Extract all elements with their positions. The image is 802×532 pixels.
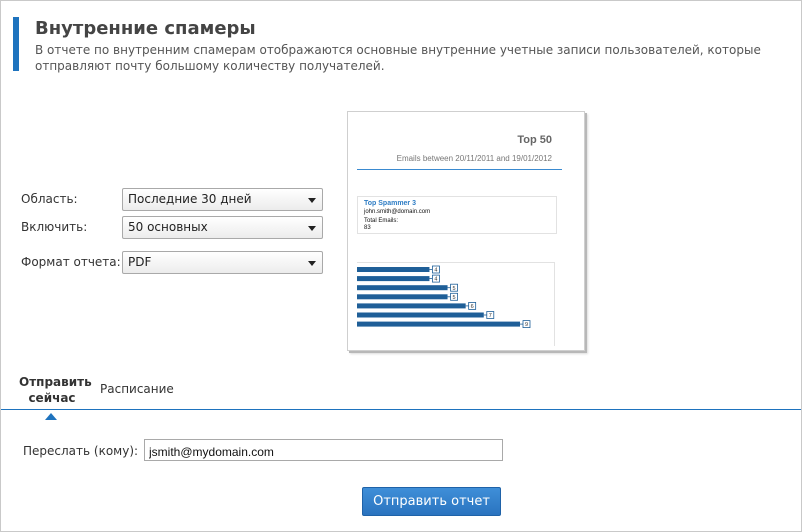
format-label: Формат отчета: xyxy=(21,255,121,269)
format-select[interactable]: PDF xyxy=(122,251,323,274)
preview-card-title: Top Spammer 3 xyxy=(364,200,416,207)
preview-bar-chart: 4 4 5 5 6 7 9 xyxy=(357,262,555,346)
preview-bar xyxy=(357,267,430,272)
preview-bar xyxy=(357,285,448,291)
active-tab-indicator xyxy=(45,413,57,420)
preview-bar xyxy=(357,321,520,327)
preview-bar xyxy=(357,294,448,300)
preview-divider xyxy=(357,169,562,170)
preview-bar-label: 5 xyxy=(453,286,456,292)
preview-bar-label: 9 xyxy=(525,322,528,328)
send-report-button[interactable]: Отправить отчет xyxy=(362,487,501,516)
tab-send-now[interactable]: Отправить сейчас xyxy=(19,374,92,406)
chevron-down-icon xyxy=(308,198,316,203)
preview-bar-label: 7 xyxy=(489,313,492,319)
preview-title: Top 50 xyxy=(517,134,552,146)
preview-bar xyxy=(357,276,430,282)
report-preview: Top 50 Emails between 20/11/2011 and 19/… xyxy=(347,111,585,351)
preview-card-total-label: Total Emails: xyxy=(364,218,399,224)
preview-bar-label: 4 xyxy=(434,277,437,283)
tab-schedule[interactable]: Расписание xyxy=(100,382,174,396)
page-description: В отчете по внутренним спамерам отобража… xyxy=(35,43,761,73)
preview-bar-chart-svg: 4 4 5 5 6 7 9 xyxy=(357,265,531,328)
forward-label: Переслать (кому): xyxy=(23,444,139,458)
format-row: Формат отчета: PDF xyxy=(21,251,323,275)
scope-select[interactable]: Последние 30 дней xyxy=(122,188,323,211)
scope-label: Область: xyxy=(21,192,78,206)
preview-card-total-value: 83 xyxy=(364,225,371,231)
header-accent-bar xyxy=(13,17,19,71)
format-select-value: PDF xyxy=(128,255,152,269)
preview-bar xyxy=(357,312,484,318)
preview-bar-label: 5 xyxy=(453,295,456,301)
include-label: Включить: xyxy=(21,220,88,234)
include-select-value: 50 основных xyxy=(128,220,208,234)
forward-email-input[interactable] xyxy=(144,439,503,461)
scope-select-value: Последние 30 дней xyxy=(128,192,252,206)
preview-bar-label: 4 xyxy=(434,268,437,274)
preview-bar xyxy=(357,303,466,309)
preview-subtitle: Emails between 20/11/2011 and 19/01/2012 xyxy=(396,154,552,163)
chevron-down-icon xyxy=(308,226,316,231)
preview-bar-label: 6 xyxy=(471,304,474,310)
page-title: Внутренние спамеры xyxy=(35,18,256,39)
preview-card-email: john.smith@domain.com xyxy=(364,209,431,215)
preview-spammer-card: Top Spammer 3 john.smith@domain.com Tota… xyxy=(357,196,557,234)
chevron-down-icon xyxy=(308,261,316,266)
include-row: Включить: 50 основных xyxy=(21,216,323,240)
include-select[interactable]: 50 основных xyxy=(122,216,323,239)
tab-divider xyxy=(1,409,801,410)
scope-row: Область: Последние 30 дней xyxy=(21,188,323,212)
